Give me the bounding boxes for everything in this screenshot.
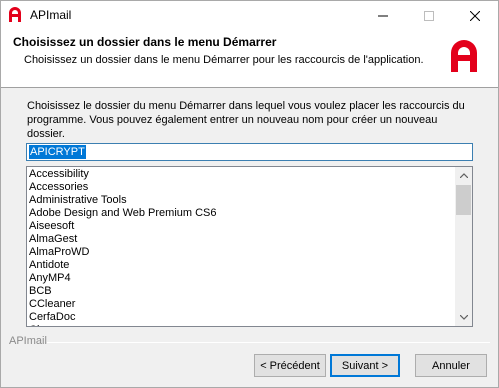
installer-window: APImail Choisissez un dossier dans le me… [0, 0, 499, 388]
next-button[interactable]: Suivant > [330, 354, 400, 377]
folder-list-items: Accessibility Accessories Administrative T… [29, 168, 454, 326]
title-bar: APImail [1, 1, 498, 30]
page-title: Choisissez un dossier dans le menu Démar… [13, 35, 277, 49]
minimize-icon [378, 15, 388, 16]
instruction-text: Choisissez le dossier du menu Démarrer d… [27, 100, 465, 140]
list-item[interactable]: Administrative Tools [29, 194, 454, 207]
list-item[interactable]: AnyMP4 [29, 272, 454, 285]
list-item[interactable]: CerfaDoc [29, 311, 454, 324]
list-item[interactable]: Accessibility [29, 168, 454, 181]
list-item[interactable]: Cisco [29, 324, 454, 326]
list-item[interactable]: Antidote [29, 259, 454, 272]
list-item[interactable]: BCB [29, 285, 454, 298]
folder-name-value: APICRYPT [29, 145, 86, 159]
page-subtitle: Choisissez un dossier dans le menu Démar… [24, 54, 424, 66]
scroll-down-button[interactable] [455, 309, 472, 326]
wizard-header: Choisissez un dossier dans le menu Démar… [1, 30, 498, 88]
chevron-up-icon [459, 173, 468, 178]
maximize-button[interactable] [406, 1, 452, 30]
app-logo-icon [9, 7, 21, 22]
list-item[interactable]: Accessories [29, 181, 454, 194]
back-button[interactable]: < Précédent [254, 354, 326, 377]
list-item[interactable]: Aiseesoft [29, 220, 454, 233]
close-icon [470, 10, 480, 21]
folder-name-input[interactable]: APICRYPT [26, 143, 473, 161]
scroll-thumb[interactable] [456, 185, 471, 215]
scroll-up-button[interactable] [455, 167, 472, 184]
api-logo-icon [451, 40, 477, 72]
vertical-scrollbar[interactable] [455, 167, 472, 326]
maximize-icon [424, 10, 434, 21]
list-item[interactable]: AlmaProWD [29, 246, 454, 259]
list-item[interactable]: Adobe Design and Web Premium CS6 [29, 207, 454, 220]
list-item[interactable]: CCleaner [29, 298, 454, 311]
installer-brand: APImail [9, 335, 47, 347]
folder-list[interactable]: Accessibility Accessories Administrative T… [26, 166, 473, 327]
window-title: APImail [30, 8, 72, 22]
chevron-down-icon [459, 315, 468, 320]
footer-divider [47, 342, 490, 343]
close-button[interactable] [452, 1, 498, 30]
list-item[interactable]: AlmaGest [29, 233, 454, 246]
cancel-button[interactable]: Annuler [415, 354, 487, 377]
minimize-button[interactable] [360, 1, 406, 30]
